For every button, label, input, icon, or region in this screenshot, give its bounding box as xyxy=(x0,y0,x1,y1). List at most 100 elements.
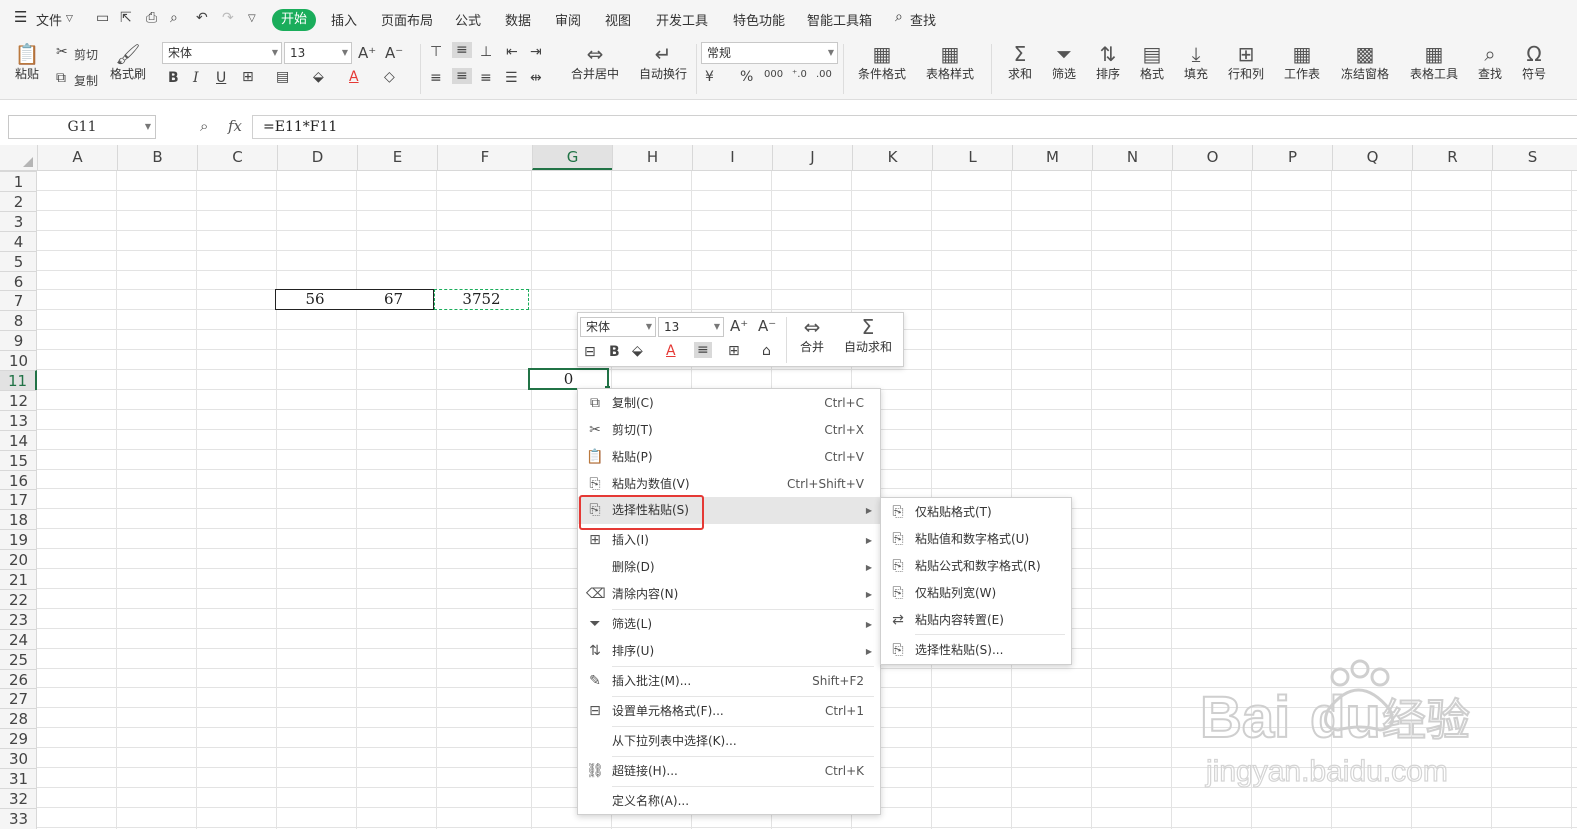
tab-formula[interactable]: 公式 xyxy=(455,10,481,29)
column-header-S[interactable]: S xyxy=(1492,145,1572,170)
conditional-format-button[interactable]: ▦ 条件格式 xyxy=(852,42,912,82)
context-menu-item-5[interactable]: ⊞ 插入(I) ▶ xyxy=(578,527,880,554)
font-family-select[interactable]: 宋体 ▼ xyxy=(162,42,282,64)
row-header-31[interactable]: 31 xyxy=(0,768,37,788)
percent-button[interactable]: % xyxy=(740,69,753,85)
increase-decimal-icon[interactable]: ⁺.0 xyxy=(792,69,807,80)
row-header-32[interactable]: 32 xyxy=(0,787,37,808)
column-header-B[interactable]: B xyxy=(117,145,197,170)
freeze-panes-button[interactable]: ▩ 冻结窗格 xyxy=(1336,42,1394,82)
context-menu-item-14[interactable]: 定义名称(A)... xyxy=(578,788,880,815)
thousands-button[interactable]: 000 xyxy=(764,69,783,80)
row-header-10[interactable]: 10 xyxy=(0,350,37,370)
paste-special-item-0[interactable]: ⎘ 仅粘贴格式(T) xyxy=(881,499,1071,526)
row-header-2[interactable]: 2 xyxy=(0,190,37,211)
column-header-C[interactable]: C xyxy=(197,145,277,170)
column-header-G[interactable]: G xyxy=(532,145,612,170)
row-header-21[interactable]: 21 xyxy=(0,569,37,589)
context-menu-item-12[interactable]: 从下拉列表中选择(K)... xyxy=(578,728,880,755)
fill-button[interactable]: ⤓ 填充 xyxy=(1178,42,1214,82)
currency-icon[interactable]: ¥ xyxy=(705,69,714,85)
worksheet-button[interactable]: ▦ 工作表 xyxy=(1280,42,1324,82)
row-header-16[interactable]: 16 xyxy=(0,469,37,490)
align-left-icon[interactable]: ≡ xyxy=(430,70,442,86)
cell-D7[interactable]: 56 xyxy=(275,289,355,310)
column-header-H[interactable]: H xyxy=(612,145,692,170)
row-header-6[interactable]: 6 xyxy=(0,270,37,291)
row-header-4[interactable]: 4 xyxy=(0,230,37,251)
row-header-7[interactable]: 7 xyxy=(0,290,37,310)
context-menu-item-3[interactable]: ⎘ 粘贴为数值(V) Ctrl+Shift+V xyxy=(578,471,880,498)
align-bottom-icon[interactable]: ⊥ xyxy=(480,44,492,60)
column-header-D[interactable]: D xyxy=(277,145,357,170)
row-header-22[interactable]: 22 xyxy=(0,588,37,609)
column-header-M[interactable]: M xyxy=(1012,145,1092,170)
tab-page-layout[interactable]: 页面布局 xyxy=(381,10,433,29)
bold-icon[interactable]: B xyxy=(609,344,620,360)
decrease-font-icon[interactable]: A⁻ xyxy=(758,317,776,335)
bold-icon[interactable]: B xyxy=(168,70,179,86)
column-header-P[interactable]: P xyxy=(1252,145,1332,170)
tab-smart-toolbox[interactable]: 智能工具箱 xyxy=(807,10,872,29)
chevron-down-icon[interactable]: ▽ xyxy=(66,14,73,24)
row-header-25[interactable]: 25 xyxy=(0,648,37,669)
column-header-A[interactable]: A xyxy=(37,145,117,170)
row-header-28[interactable]: 28 xyxy=(0,708,37,728)
column-header-J[interactable]: J xyxy=(772,145,852,170)
row-header-20[interactable]: 20 xyxy=(0,549,37,569)
column-header-O[interactable]: O xyxy=(1172,145,1252,170)
select-all-corner[interactable] xyxy=(0,145,37,170)
copy-button[interactable]: 复制 xyxy=(74,72,98,89)
mini-font-select[interactable]: 宋体 ▼ xyxy=(580,317,656,337)
row-header-24[interactable]: 24 xyxy=(0,628,37,649)
tab-data[interactable]: 数据 xyxy=(505,10,531,29)
outdent-icon[interactable]: ⇤ xyxy=(506,44,518,60)
format-painter-icon[interactable]: ⌂ xyxy=(762,343,771,359)
decrease-font-icon[interactable]: A⁻ xyxy=(385,44,403,62)
search-button[interactable]: 查找 xyxy=(910,10,936,29)
cell-F7-copy-marquee[interactable]: 3752 xyxy=(434,289,529,310)
row-header-11[interactable]: 11 xyxy=(0,370,37,390)
row-header-33[interactable]: 33 xyxy=(0,807,37,828)
column-header-L[interactable]: L xyxy=(932,145,1012,170)
paste-special-item-3[interactable]: ⎘ 仅粘贴列宽(W) xyxy=(881,580,1071,607)
paste-special-item-4[interactable]: ⇄ 粘贴内容转置(E) xyxy=(881,607,1071,634)
row-header-15[interactable]: 15 xyxy=(0,449,37,470)
column-header-N[interactable]: N xyxy=(1092,145,1172,170)
tab-start[interactable]: 开始 xyxy=(272,9,316,31)
justify-icon[interactable]: ☰ xyxy=(505,70,518,86)
row-header-18[interactable]: 18 xyxy=(0,509,37,529)
format-button[interactable]: ▤ 格式 xyxy=(1134,42,1170,82)
paste-button[interactable]: 📋 粘贴 xyxy=(10,42,44,82)
context-menu-item-1[interactable]: ✂ 剪切(T) Ctrl+X xyxy=(578,417,880,444)
column-header-E[interactable]: E xyxy=(357,145,437,170)
increase-font-icon[interactable]: A⁺ xyxy=(358,44,376,62)
column-header-R[interactable]: R xyxy=(1412,145,1492,170)
column-header-F[interactable]: F xyxy=(437,145,532,170)
filter-button[interactable]: ⏷ 筛选 xyxy=(1046,42,1082,82)
mini-merge-button[interactable]: ⇔ 合并 xyxy=(792,315,832,355)
context-menu-item-11[interactable]: ⊟ 设置单元格格式(F)... Ctrl+1 xyxy=(578,698,880,725)
export-icon[interactable]: ⇱ xyxy=(120,10,132,26)
decrease-decimal-icon[interactable]: .00 xyxy=(816,69,832,80)
print-preview-icon[interactable]: ⌕ xyxy=(170,10,178,26)
search-icon[interactable]: ⌕ xyxy=(895,9,903,25)
row-header-29[interactable]: 29 xyxy=(0,728,37,748)
find-button[interactable]: ⌕ 查找 xyxy=(1472,42,1508,82)
row-header-13[interactable]: 13 xyxy=(0,409,37,430)
formula-input[interactable]: =E11*F11 xyxy=(252,115,1577,139)
align-right-icon[interactable]: ≡ xyxy=(480,70,492,86)
format-painter-button[interactable]: 🖌 格式刷 xyxy=(108,42,148,82)
save-icon[interactable]: ▭ xyxy=(96,10,109,26)
row-header-27[interactable]: 27 xyxy=(0,688,37,708)
table-tools-button[interactable]: ▦ 表格工具 xyxy=(1404,42,1464,82)
row-header-30[interactable]: 30 xyxy=(0,748,37,768)
increase-font-icon[interactable]: A⁺ xyxy=(730,317,748,335)
fx-icon[interactable]: fx xyxy=(228,117,242,135)
wrap-text-button[interactable]: ↵ 自动换行 xyxy=(634,42,692,82)
row-column-button[interactable]: ⊞ 行和列 xyxy=(1224,42,1268,82)
align-middle-icon[interactable]: ≡ xyxy=(452,42,472,58)
hamburger-icon[interactable]: ☰ xyxy=(14,8,27,26)
cell-style-icon[interactable]: ▤ xyxy=(276,69,289,85)
mini-size-select[interactable]: 13 ▼ xyxy=(658,317,724,337)
